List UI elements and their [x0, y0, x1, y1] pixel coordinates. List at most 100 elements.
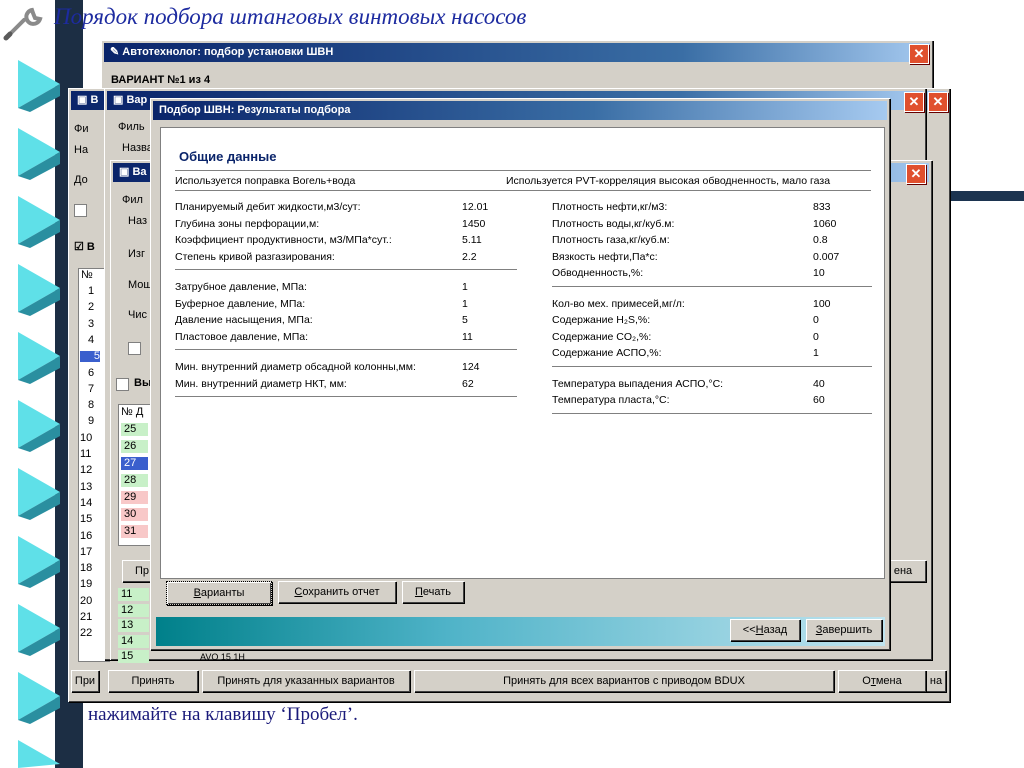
back-button[interactable]: <<Назад: [730, 619, 800, 641]
table-row-number[interactable]: 11: [80, 449, 96, 460]
param-value: 12.01: [462, 201, 489, 213]
main-window-icon: ✎: [110, 46, 123, 58]
table-row-number[interactable]: 2: [88, 302, 104, 313]
checkbox[interactable]: [128, 342, 141, 355]
table-row-number[interactable]: 5: [80, 351, 100, 363]
divider: [175, 190, 871, 191]
param-value: 1: [462, 281, 468, 293]
checkbox-label: Вы: [134, 377, 152, 389]
close-icon[interactable]: ✕: [904, 92, 924, 112]
param-label: Плотность воды,кг/куб.м:: [552, 217, 675, 230]
main-window-titlebar[interactable]: ✎ Автотехнолог: подбор установки ШВН: [104, 43, 930, 62]
param-value: 5.11: [462, 234, 482, 246]
table-row-number[interactable]: 16: [80, 530, 96, 542]
table-row[interactable]: 28: [121, 474, 148, 487]
checkbox[interactable]: [116, 378, 129, 391]
instruction-text: нажимайте на клавишу ‘Пробел’.: [88, 704, 358, 725]
divider: [552, 412, 872, 414]
field-label: На: [74, 144, 89, 156]
window-icon: ▣: [113, 94, 127, 106]
param-label: Затрубное давление, МПа:: [175, 281, 307, 293]
table-row-number[interactable]: 13: [80, 481, 96, 493]
field-label: Изг: [128, 248, 145, 260]
variants-button[interactable]: Варианты: [166, 581, 272, 605]
param-value: 60: [813, 394, 825, 406]
param-value: 0: [813, 330, 819, 343]
param-value: 11: [462, 330, 473, 343]
table-row-number[interactable]: 18: [80, 563, 96, 574]
accept-button[interactable]: Принять: [108, 670, 198, 692]
param-value: 10: [813, 267, 825, 279]
table-row-number[interactable]: 21: [80, 612, 96, 623]
back-mnemonic: Н: [755, 624, 764, 636]
param-value: 40: [813, 377, 825, 390]
param-label: Плотность газа,кг/куб.м:: [552, 234, 670, 246]
back-arrows: <<: [742, 624, 756, 636]
table-row-number[interactable]: 12: [80, 465, 96, 476]
accept-all-bdux-button[interactable]: Принять для всех вариантов с приводом BD…: [414, 670, 834, 692]
table-row-number[interactable]: 10: [80, 432, 96, 444]
table-row-number[interactable]: 22: [80, 628, 96, 639]
table-row-number[interactable]: 20: [80, 595, 96, 607]
slide-title: Порядок подбора штанговых винтовых насос…: [54, 4, 527, 29]
param-label: Обводненность,%:: [552, 267, 644, 279]
table-row-number[interactable]: 17: [80, 546, 96, 558]
cancel-button-partial[interactable]: на: [926, 670, 946, 692]
param-label: Температура выпадения АСПО,°С:: [552, 377, 724, 390]
table-row-number[interactable]: 9: [88, 416, 104, 427]
table-row[interactable]: 30: [121, 508, 148, 521]
param-label: Давление насыщения, МПа:: [175, 314, 313, 326]
window-icon: ▣: [119, 166, 133, 178]
table-row[interactable]: 12: [118, 603, 149, 617]
table-row[interactable]: 26: [121, 440, 148, 453]
close-icon[interactable]: ✕: [928, 92, 948, 112]
param-value: 62: [462, 377, 474, 390]
param-label: Мин. внутренний диаметр обсадной колонны…: [175, 361, 416, 373]
accept-selected-button[interactable]: Принять для указанных вариантов: [202, 670, 410, 692]
table-row[interactable]: 25: [121, 423, 148, 436]
table-row-number[interactable]: 7: [88, 383, 104, 395]
table-row-number[interactable]: 15: [80, 514, 96, 525]
variant-label: ВАРИАНТ №1 из 4: [111, 74, 211, 86]
table-row[interactable]: 15: [118, 650, 149, 663]
table-row[interactable]: 14: [118, 634, 149, 648]
cancel-button[interactable]: Отмена: [838, 670, 926, 692]
table-row-number[interactable]: 6: [88, 367, 104, 379]
field-label: Чис: [128, 309, 147, 321]
param-label: Буферное давление, МПа:: [175, 297, 306, 310]
param-value: 2.2: [462, 250, 477, 263]
table-row-number[interactable]: 3: [88, 318, 104, 330]
field-label: Назва: [122, 142, 153, 154]
table-row-number[interactable]: 19: [80, 579, 96, 590]
results-dialog-titlebar[interactable]: Подбор ШВН: Результаты подбора: [153, 101, 887, 120]
table-header: № Д: [121, 406, 144, 418]
table-row-number[interactable]: 8: [88, 400, 104, 411]
accept-button-partial[interactable]: При: [71, 670, 99, 692]
table-row-number[interactable]: 1: [88, 286, 104, 297]
table-row[interactable]: 29: [121, 491, 148, 504]
table-row-number[interactable]: 14: [80, 497, 96, 509]
close-icon[interactable]: ✕: [909, 44, 929, 64]
variant-window-c-title: Ва: [132, 166, 147, 178]
param-value: 124: [462, 361, 480, 373]
param-label: Содержание CO₂,%:: [552, 330, 652, 343]
param-label: Вязкость нефти,Па*с:: [552, 250, 658, 263]
table-row[interactable]: 13: [118, 619, 149, 632]
print-button[interactable]: Печать: [402, 581, 464, 603]
table-row-number[interactable]: 4: [88, 334, 104, 346]
table-row[interactable]: 31: [121, 525, 148, 538]
divider: [175, 170, 871, 171]
save-report-button[interactable]: Сохранить отчет: [278, 581, 396, 603]
param-label: Кол-во мех. примесей,мг/л:: [552, 297, 685, 310]
table-row[interactable]: 11: [118, 588, 149, 601]
finish-button[interactable]: Завершить: [806, 619, 882, 641]
close-icon[interactable]: ✕: [906, 164, 926, 184]
save-label: охранить отчет: [302, 586, 380, 598]
checkbox-checked[interactable]: ☑ В: [74, 240, 95, 253]
checkbox-label: В: [86, 241, 95, 253]
variants-label: арианты: [200, 587, 245, 599]
field-label: Мощ: [128, 279, 153, 291]
param-value: 0: [813, 314, 819, 326]
checkbox[interactable]: [74, 204, 87, 217]
table-row[interactable]: 27: [121, 457, 148, 470]
